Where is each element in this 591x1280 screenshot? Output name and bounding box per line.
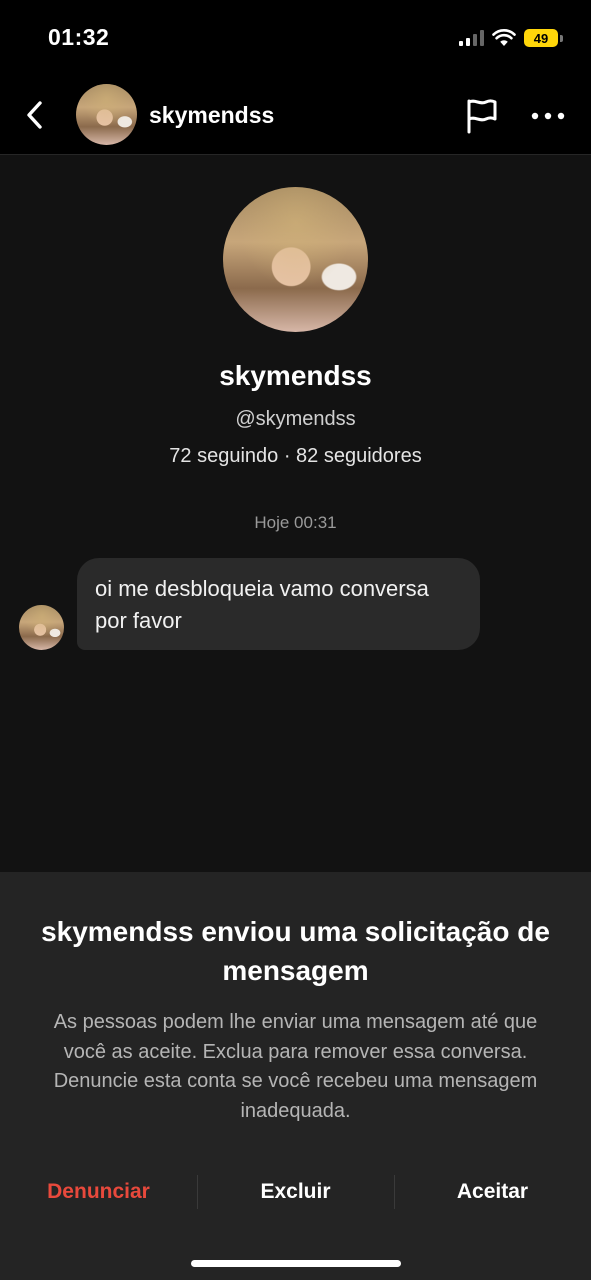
cellular-signal-icon xyxy=(459,30,484,46)
request-title: skymendss enviou uma solicitação de mens… xyxy=(41,916,550,986)
battery-icon: 49 xyxy=(524,29,558,47)
wifi-icon xyxy=(492,29,516,46)
header-username[interactable]: skymendss xyxy=(149,102,274,129)
delete-button[interactable]: Excluir xyxy=(197,1172,394,1212)
chat-header: skymendss xyxy=(0,75,591,155)
more-options-button[interactable] xyxy=(527,99,569,133)
flag-icon xyxy=(467,99,497,134)
battery-tip xyxy=(560,34,563,42)
home-indicator[interactable] xyxy=(191,1260,401,1267)
report-flag-button[interactable] xyxy=(462,96,502,136)
accept-button[interactable]: Aceitar xyxy=(394,1172,591,1212)
profile-handle: @skymendss xyxy=(235,408,356,430)
back-button[interactable] xyxy=(18,95,52,135)
report-button[interactable]: Denunciar xyxy=(0,1172,197,1212)
header-avatar[interactable] xyxy=(76,84,137,145)
status-time: 01:32 xyxy=(48,24,110,50)
screen: 01:32 49 skymendss skymendss @skymendss … xyxy=(0,0,591,1280)
request-actions: Denunciar Excluir Aceitar xyxy=(0,1172,591,1212)
message-sender-avatar[interactable] xyxy=(19,605,64,650)
message-bubble[interactable]: oi me desbloqueia vamo conversa por favo… xyxy=(77,558,480,650)
status-bar: 01:32 49 xyxy=(0,0,591,75)
message-request-panel: skymendss enviou uma solicitação de mens… xyxy=(0,872,591,1280)
request-description: As pessoas podem lhe enviar uma mensagem… xyxy=(53,1011,538,1122)
battery-level: 49 xyxy=(533,30,549,46)
chevron-left-icon xyxy=(27,101,42,129)
profile-stats: 72 seguindo · 82 seguidores xyxy=(169,445,422,467)
more-horizontal-icon xyxy=(531,112,565,120)
status-icons: 49 xyxy=(459,27,563,49)
message-timestamp: Hoje 00:31 xyxy=(254,513,337,532)
profile-avatar[interactable] xyxy=(223,187,368,332)
profile-name: skymendss xyxy=(219,360,372,391)
